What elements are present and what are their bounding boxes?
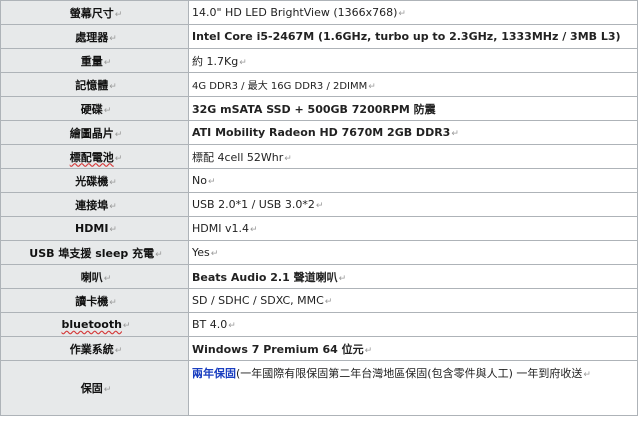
spec-value: Intel Core i5-2467M (1.6GHz, turbo up to… xyxy=(188,24,638,49)
spec-label: 喇叭↵ xyxy=(0,264,189,289)
table-row: 繪圖晶片↵ ATI Mobility Radeon HD 7670M 2GB D… xyxy=(0,120,638,145)
spec-table: 螢幕尺寸↵ 14.0" HD LED BrightView (1366x768)… xyxy=(0,0,638,416)
spec-value: Beats Audio 2.1 聲道喇叭↵ xyxy=(188,264,638,289)
spec-label: 硬碟↵ xyxy=(0,96,189,121)
spec-value: Yes↵ xyxy=(188,240,638,265)
spec-value: Windows 7 Premium 64 位元↵ xyxy=(188,336,638,361)
table-row: 處理器↵ Intel Core i5-2467M (1.6GHz, turbo … xyxy=(0,24,638,49)
table-row: 記憶體↵ 4G DDR3 / 最大 16G DDR3 / 2DIMM↵ xyxy=(0,72,638,97)
table-row: 喇叭↵ Beats Audio 2.1 聲道喇叭↵ xyxy=(0,264,638,289)
table-row: HDMI↵ HDMI v1.4↵ xyxy=(0,216,638,241)
spec-value: USB 2.0*1 / USB 3.0*2↵ xyxy=(188,192,638,217)
spec-label: 光碟機↵ xyxy=(0,168,189,193)
spec-label: 讀卡機↵ xyxy=(0,288,189,313)
spec-value: SD / SDHC / SDXC, MMC↵ xyxy=(188,288,638,313)
table-row: 作業系統↵ Windows 7 Premium 64 位元↵ xyxy=(0,336,638,361)
table-row: bluetooth↵ BT 4.0↵ xyxy=(0,312,638,337)
spec-value: HDMI v1.4↵ xyxy=(188,216,638,241)
spec-label: 處理器↵ xyxy=(0,24,189,49)
table-row: 連接埠↵ USB 2.0*1 / USB 3.0*2↵ xyxy=(0,192,638,217)
table-row: 讀卡機↵ SD / SDHC / SDXC, MMC↵ xyxy=(0,288,638,313)
table-row: 硬碟↵ 32G mSATA SSD + 500GB 7200RPM 防震 xyxy=(0,96,638,121)
spec-value: 約 1.7Kg↵ xyxy=(188,48,638,73)
spec-value: 32G mSATA SSD + 500GB 7200RPM 防震 xyxy=(188,96,638,121)
spec-value: ATI Mobility Radeon HD 7670M 2GB DDR3↵ xyxy=(188,120,638,145)
table-row: 標配電池↵ 標配 4cell 52Whr↵ xyxy=(0,144,638,169)
table-row: 螢幕尺寸↵ 14.0" HD LED BrightView (1366x768)… xyxy=(0,0,638,25)
spec-label: USB 埠支援 sleep 充電↵ xyxy=(0,240,189,265)
table-row: USB 埠支援 sleep 充電↵ Yes↵ xyxy=(0,240,638,265)
spec-label: 繪圖晶片↵ xyxy=(0,120,189,145)
spec-label: 連接埠↵ xyxy=(0,192,189,217)
spec-label: bluetooth↵ xyxy=(0,312,189,337)
spec-value: 14.0" HD LED BrightView (1366x768)↵ xyxy=(188,0,638,25)
spec-label: 螢幕尺寸↵ xyxy=(0,0,189,25)
spec-label: 作業系統↵ xyxy=(0,336,189,361)
spec-label: 記憶體↵ xyxy=(0,72,189,97)
table-row: 光碟機↵ No↵ xyxy=(0,168,638,193)
spec-value: No↵ xyxy=(188,168,638,193)
spec-label: 重量↵ xyxy=(0,48,189,73)
table-row: 保固↵ 兩年保固(一年國際有限保固第二年台灣地區保固(包含零件與人工) 一年到府… xyxy=(0,360,638,416)
spec-value: BT 4.0↵ xyxy=(188,312,638,337)
paragraph-mark: ↵ xyxy=(114,9,123,20)
table-row: 重量↵ 約 1.7Kg↵ xyxy=(0,48,638,73)
spec-label: HDMI↵ xyxy=(0,216,189,241)
spec-label: 保固↵ xyxy=(0,360,189,416)
spec-label: 標配電池↵ xyxy=(0,144,189,169)
spec-value: 兩年保固(一年國際有限保固第二年台灣地區保固(包含零件與人工) 一年到府收送↵ xyxy=(188,360,638,416)
spec-value: 4G DDR3 / 最大 16G DDR3 / 2DIMM↵ xyxy=(188,72,638,97)
spec-value: 標配 4cell 52Whr↵ xyxy=(188,144,638,169)
